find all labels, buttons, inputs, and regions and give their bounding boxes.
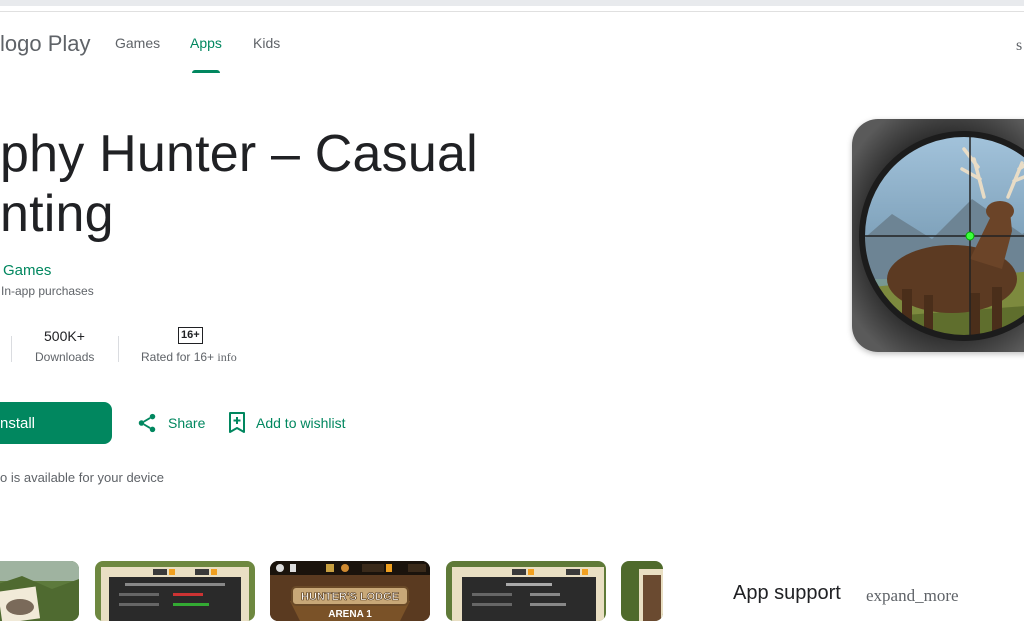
browser-top-strip <box>0 0 1024 6</box>
screenshot-thumbnail-4[interactable] <box>446 561 606 621</box>
share-icon <box>136 412 158 434</box>
tab-apps[interactable]: Apps <box>190 35 222 51</box>
header-divider <box>0 11 1024 12</box>
app-title-line-1: phy Hunter – Casual <box>0 125 478 183</box>
downloads-label: Downloads <box>35 350 95 364</box>
screenshot-thumbnail-2[interactable] <box>95 561 255 621</box>
stat-divider <box>118 336 119 362</box>
app-icon <box>852 119 1024 352</box>
install-button-label: nstall <box>0 414 36 432</box>
downloads-value: 500K+ <box>44 328 85 344</box>
content-rating-badge: 16+ <box>178 327 203 344</box>
add-to-wishlist-button[interactable]: Add to wishlist <box>228 412 345 434</box>
info-icon[interactable]: info <box>217 350 236 364</box>
tab-games[interactable]: Games <box>115 35 160 51</box>
bookmark-add-icon <box>228 412 246 434</box>
content-rating-label: Rated for 16+ <box>141 350 215 364</box>
share-button[interactable]: Share <box>136 412 205 434</box>
active-tab-indicator <box>192 70 220 73</box>
stat-divider <box>11 336 12 362</box>
screenshot-thumbnail-3[interactable]: HUNTER'S LODGE ARENA 1 <box>270 561 430 621</box>
add-to-wishlist-label: Add to wishlist <box>256 415 346 431</box>
install-button[interactable]: nstall <box>0 402 112 444</box>
developer-link[interactable]: Games <box>3 262 51 279</box>
availability-text: o is available for your device <box>0 470 165 485</box>
expand-more-icon[interactable]: expand_more <box>866 586 959 606</box>
screenshot-thumbnail-5[interactable] <box>621 561 663 621</box>
lodge-banner: HUNTER'S LODGE <box>301 591 399 603</box>
app-support-heading[interactable]: App support <box>733 582 841 605</box>
app-title-line-2: nting <box>0 185 114 243</box>
share-label: Share <box>168 415 206 431</box>
content-rating[interactable]: Rated for 16+ info <box>141 350 237 365</box>
screenshot-thumbnail-1[interactable] <box>0 561 79 621</box>
in-app-purchases-label: In-app purchases <box>1 284 94 298</box>
google-play-logo[interactable]: logo Play <box>0 31 91 57</box>
search-icon[interactable]: s <box>1016 37 1022 55</box>
tab-kids[interactable]: Kids <box>253 35 280 51</box>
